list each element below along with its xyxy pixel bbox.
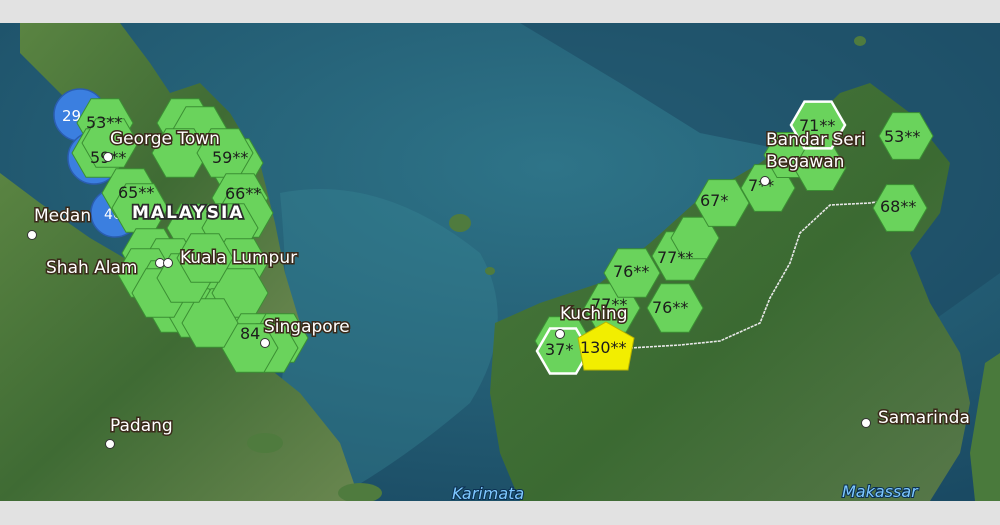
aqi-value: 66** <box>225 184 261 203</box>
label-karimata: Karimata <box>452 484 524 501</box>
air-quality-map[interactable]: 29 40 53** 59** 59** 65** 66** 84 37* 13… <box>0 23 1000 501</box>
label-padang: Padang <box>110 416 173 436</box>
city-dot-medan[interactable] <box>27 230 37 240</box>
label-bandar-seri-line1: Bandar Seri <box>766 130 865 150</box>
aqi-value: 77** <box>657 248 693 267</box>
map-canvas[interactable]: 29 40 53** 59** 59** 65** 66** 84 37* 13… <box>0 23 1000 501</box>
city-dot-singapore[interactable] <box>260 338 270 348</box>
city-dot-samarinda[interactable] <box>861 418 871 428</box>
island <box>449 214 471 232</box>
label-kuala-lumpur: Kuala Lumpur <box>180 248 297 268</box>
label-malaysia: MALAYSIA <box>132 203 244 223</box>
island <box>485 267 495 275</box>
island <box>247 433 283 453</box>
label-medan: Medan <box>34 206 91 226</box>
city-dot-shah-alam[interactable] <box>163 258 173 268</box>
label-samarinda: Samarinda <box>878 408 970 428</box>
label-singapore: Singapore <box>264 317 350 337</box>
city-dot-george-town[interactable] <box>103 152 113 162</box>
aqi-value: 65** <box>118 183 154 202</box>
aqi-value: 130** <box>580 338 627 357</box>
aqi-value: 53** <box>884 127 920 146</box>
label-makassar: Makassar <box>842 482 919 501</box>
aqi-value: 68** <box>880 197 916 216</box>
screenshot-frame: 29 40 53** 59** 59** 65** 66** 84 37* 13… <box>0 0 1000 525</box>
aqi-value: 84 <box>240 324 260 343</box>
city-dot-bandar-seri-begawan[interactable] <box>760 176 770 186</box>
aqi-value: 76** <box>613 262 649 281</box>
city-dot-padang[interactable] <box>105 439 115 449</box>
city-dot-kuching[interactable] <box>555 329 565 339</box>
aqi-value: 76** <box>652 298 688 317</box>
label-shah-alam: Shah Alam <box>46 258 138 278</box>
label-kuching: Kuching <box>560 304 628 324</box>
aqi-value: 67* <box>700 191 728 210</box>
label-bandar-seri-line2: Begawan <box>766 152 844 172</box>
island <box>854 36 866 46</box>
aqi-value: 37* <box>545 340 573 359</box>
label-george-town: George Town <box>110 129 220 149</box>
aqi-value: 59** <box>212 148 248 167</box>
